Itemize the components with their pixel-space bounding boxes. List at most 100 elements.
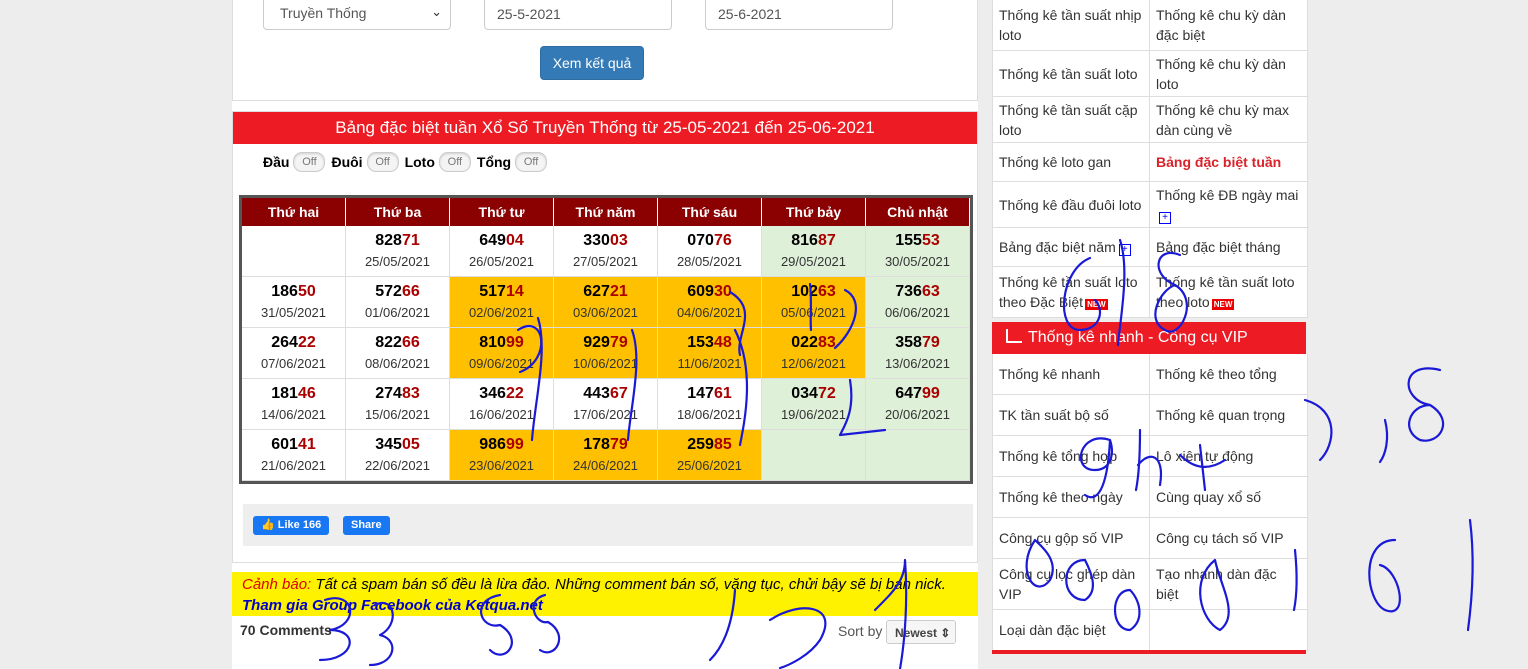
sidebar-link[interactable]: Thống kê chu kỳ dàn loto [1150, 51, 1307, 96]
weekday-header: Chủ nhật [866, 198, 970, 226]
sort-by-label: Sort by [838, 623, 883, 639]
sidebar-link[interactable]: Thống kê theo tổng [1150, 354, 1307, 394]
prize-tail-digits: 99 [921, 385, 940, 402]
sidebar-link[interactable]: Thống kê tổng hợp [993, 436, 1150, 476]
prize-tail-digits: 79 [609, 334, 628, 351]
sidebar-link[interactable]: Cùng quay xổ số [1150, 477, 1307, 517]
prize-number: 14761 [658, 385, 761, 404]
sidebar-link[interactable]: Bảng đặc biệt năm + [993, 228, 1150, 266]
sidebar-link-text: Thống kê nhanh [999, 364, 1100, 384]
sidebar-link-text: Thống kê tần suất nhịp loto [999, 5, 1143, 45]
results-title: Bảng đặc biệt tuần Xổ Số Truyền Thống từ… [233, 112, 977, 144]
facebook-share-button[interactable]: Share [343, 516, 390, 535]
toggle-switch[interactable]: Off [366, 152, 399, 172]
sidebar-link-text: Thống kê tần suất cặp loto [999, 100, 1143, 140]
draw-date: 26/05/2021 [468, 254, 535, 269]
sidebar-link-label: Thống kê quan trọng [1156, 407, 1286, 423]
sidebar-link[interactable]: Công cụ gộp số VIP [993, 518, 1150, 558]
sidebar-link[interactable]: Thống kê tần suất loto [993, 51, 1150, 96]
prize-head-digits: 601 [271, 436, 298, 453]
prize-head-digits: 443 [583, 385, 610, 402]
sidebar-link[interactable]: Công cụ tách số VIP [1150, 518, 1307, 558]
draw-date: 10/06/2021 [572, 356, 639, 371]
table-cell: 15348 11/06/2021 [658, 328, 762, 379]
sidebar-link[interactable]: Lô xiên tự động [1150, 436, 1307, 476]
table-cell: 18650 31/05/2021 [242, 277, 346, 328]
sidebar-link[interactable]: Bảng đặc biệt tháng [1150, 228, 1307, 266]
prize-tail-digits: 72 [817, 385, 836, 402]
table-cell: 33003 27/05/2021 [554, 226, 658, 277]
draw-date: 15/06/2021 [364, 407, 431, 422]
draw-date: 19/06/2021 [780, 407, 847, 422]
sidebar-link-text: Cùng quay xổ số [1156, 487, 1261, 507]
lottery-type-select[interactable]: Truyền Thống ⌄ [263, 0, 451, 30]
sidebar-link[interactable]: Thống kê tần suất nhịp loto [993, 0, 1150, 50]
date-to-input[interactable]: 25-6-2021 [705, 0, 893, 30]
sidebar-link[interactable]: Thống kê chu kỳ dàn đặc biệt [1150, 0, 1307, 50]
sidebar-link[interactable]: Thống kê ĐB ngày mai + [1150, 182, 1307, 227]
sidebar-link[interactable]: Thống kê theo ngày [993, 477, 1150, 517]
sort-select[interactable]: Newest ⇕ [886, 620, 956, 644]
like-label: Like 166 [277, 519, 322, 531]
sidebar-link[interactable]: Thống kê loto gan [993, 143, 1150, 181]
thumbs-up-icon: 👍 [261, 519, 275, 531]
sidebar-link[interactable]: Thống kê tần suất loto theo loto NEW [1150, 267, 1307, 317]
view-results-button[interactable]: Xem kết quả [540, 46, 644, 80]
table-cell: 81687 29/05/2021 [762, 226, 866, 277]
prize-number: 81099 [450, 334, 553, 353]
prize-number: 10263 [762, 283, 865, 302]
prize-tail-digits: 85 [713, 436, 732, 453]
prize-head-digits: 034 [791, 385, 818, 402]
sidebar-row: Thống kê tần suất loto theo Đặc Biệt NEW T… [993, 267, 1307, 318]
table-header-row: Thứ hai Thứ ba Thứ tư Thứ năm Thứ sáu Thứ bảy… [242, 198, 970, 226]
stats-links-grid: Thống kê tần suất nhịp loto Thống kê chu … [992, 0, 1308, 318]
date-from-input[interactable]: 25-5-2021 [484, 0, 672, 30]
facebook-like-button[interactable]: 👍 Like 166 [253, 516, 330, 535]
prize-head-digits: 330 [583, 232, 610, 249]
sidebar-link[interactable]: Thống kê đầu đuôi loto [993, 182, 1150, 227]
prize-head-digits: 358 [895, 334, 922, 351]
sidebar-link[interactable]: TK tần suất bộ số [993, 395, 1150, 435]
prize-head-digits: 147 [687, 385, 714, 402]
toggle-switch[interactable]: Off [438, 152, 471, 172]
prize-tail-digits: 30 [713, 283, 732, 300]
results-panel: Bảng đặc biệt tuần Xổ Số Truyền Thống từ… [232, 111, 978, 563]
search-form: Truyền Thống ⌄ 25-5-2021 25-6-2021 Xem k… [232, 0, 978, 101]
sidebar-link-label: Công cụ tách số VIP [1156, 530, 1284, 546]
prize-head-digits: 264 [271, 334, 298, 351]
plus-box-icon[interactable]: + [1159, 211, 1171, 224]
draw-date: 11/06/2021 [677, 356, 742, 371]
sidebar-link[interactable]: Thống kê tần suất cặp loto [993, 97, 1150, 142]
prize-number: 44367 [554, 385, 657, 404]
sidebar-link[interactable]: Thống kê chu kỳ max dàn cùng về [1150, 97, 1307, 142]
sidebar-link[interactable]: Loại dàn đặc biệt [993, 610, 1150, 650]
prize-tail-digits: 99 [505, 436, 524, 453]
sidebar-link[interactable]: Thống kê tần suất loto theo Đặc Biệt NEW [993, 267, 1150, 317]
facebook-group-link[interactable]: Tham gia Group Facebook của Ketqua.net [242, 597, 543, 614]
prize-number: 82266 [346, 334, 449, 353]
prize-number: 73663 [866, 283, 969, 302]
weekday-header: Thứ năm [554, 198, 658, 226]
toggle-switch[interactable]: Off [515, 152, 548, 172]
sidebar-link[interactable]: Thống kê quan trọng [1150, 395, 1307, 435]
sidebar-link[interactable]: Thống kê nhanh [993, 354, 1150, 394]
draw-date: 06/06/2021 [884, 305, 951, 320]
prize-head-digits: 070 [687, 232, 714, 249]
toggle-switch[interactable]: Off [293, 152, 326, 172]
table-cell: 60930 04/06/2021 [658, 277, 762, 328]
prize-tail-digits: 76 [713, 232, 732, 249]
table-cell: 34622 16/06/2021 [450, 379, 554, 430]
sidebar-link[interactable]: Tạo nhanh dàn đặc biệt [1150, 559, 1307, 609]
prize-number: 02283 [762, 334, 865, 353]
sidebar-link[interactable]: Bảng đặc biệt tuần [1150, 143, 1307, 181]
prize-number: 15553 [866, 232, 969, 251]
prize-tail-digits: 05 [401, 436, 420, 453]
prize-head-digits: 178 [583, 436, 610, 453]
sidebar-link[interactable]: Công cụ lọc ghép dàn VIP [993, 559, 1150, 609]
sidebar-link-label: Thống kê tần suất cặp loto [999, 101, 1138, 138]
table-cell [242, 226, 346, 277]
draw-date: 12/06/2021 [780, 356, 847, 371]
plus-box-icon[interactable]: + [1118, 244, 1131, 256]
ink-stroke [1407, 367, 1445, 442]
prize-number: 82871 [346, 232, 449, 251]
